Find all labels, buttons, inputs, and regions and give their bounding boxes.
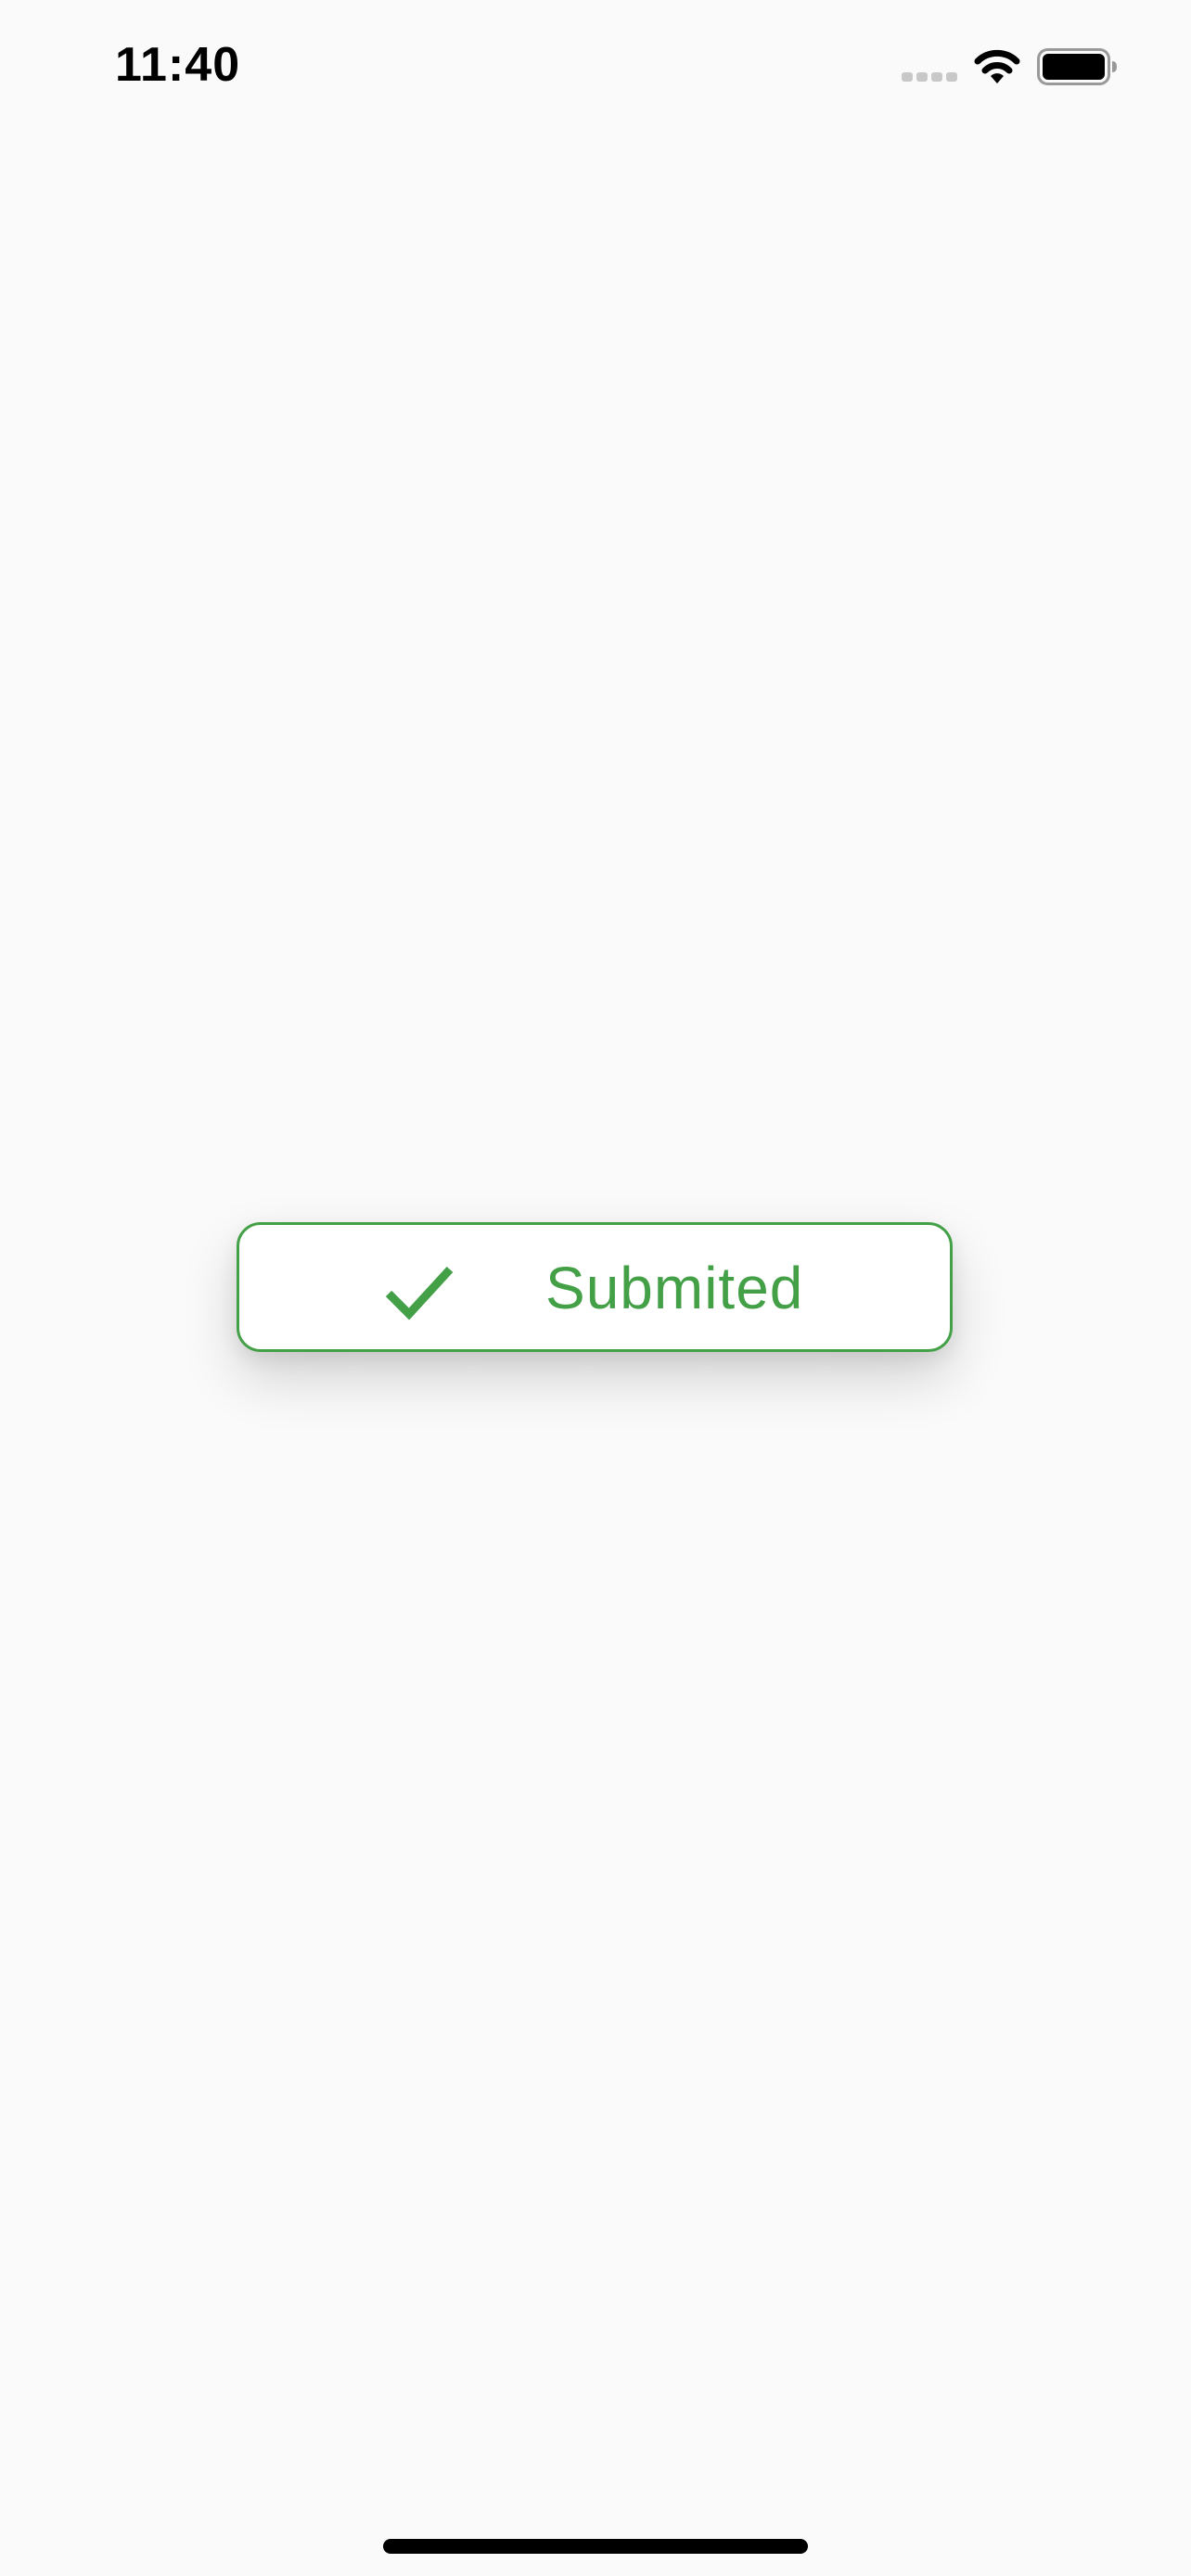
- home-indicator[interactable]: [383, 2539, 808, 2554]
- toast-message: Submited: [545, 1255, 804, 1321]
- battery-icon: [1037, 48, 1117, 85]
- success-toast: Submited: [237, 1222, 953, 1352]
- checkmark-icon: [385, 1266, 454, 1320]
- status-time: 11:40: [115, 38, 241, 92]
- wifi-icon: [974, 49, 1020, 83]
- status-bar: 11:40: [0, 0, 1191, 139]
- cellular-signal-icon: [902, 72, 957, 82]
